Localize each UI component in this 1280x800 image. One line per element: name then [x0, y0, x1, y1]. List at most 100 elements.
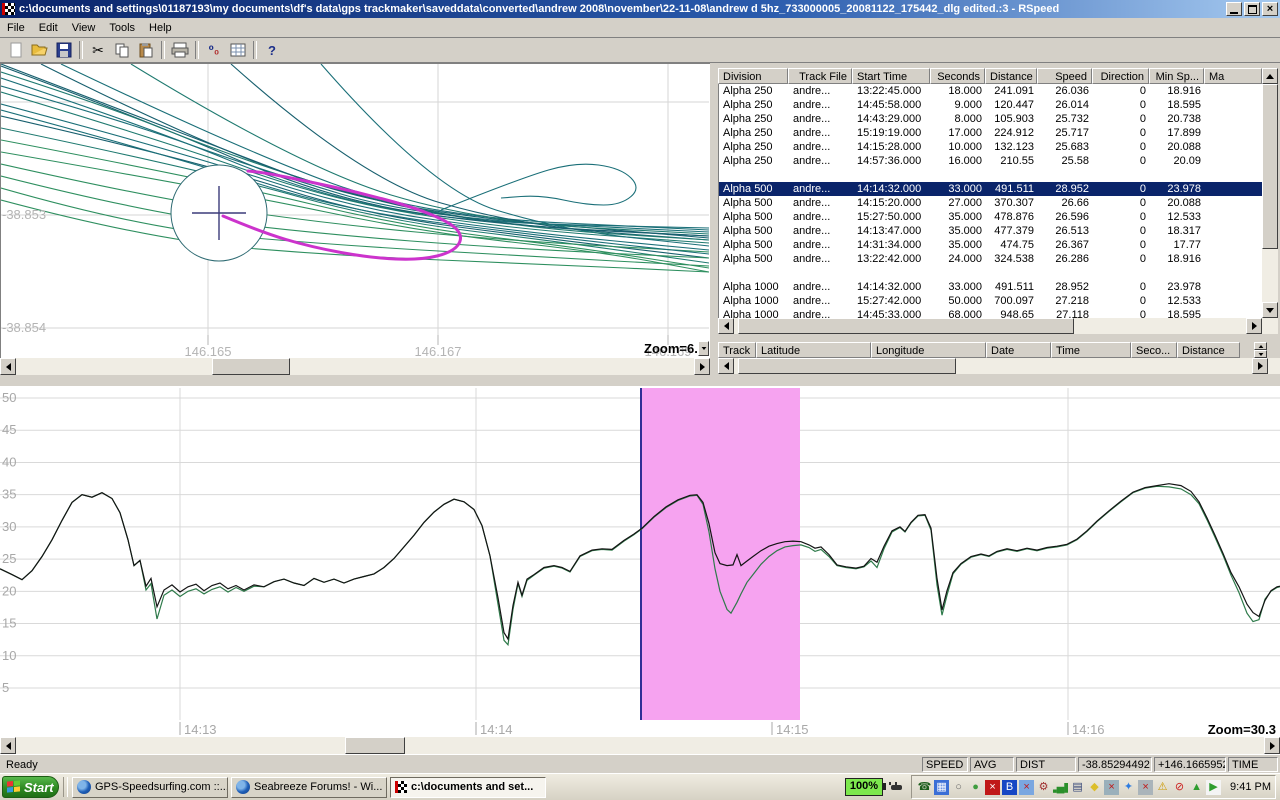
menu-tools[interactable]: Tools: [102, 20, 142, 36]
paste-icon[interactable]: [135, 40, 157, 60]
points-hscroll-thumb[interactable]: [738, 358, 956, 374]
table-row[interactable]: Alpha 250andre...14:45:58.0009.000120.44…: [719, 98, 1262, 112]
notes-icon[interactable]: ◆: [1087, 780, 1102, 795]
runs-column-direction[interactable]: Direction: [1092, 68, 1149, 84]
decimal-digits-icon[interactable]: ⁰₀: [203, 40, 225, 60]
minimize-button[interactable]: [1226, 2, 1242, 16]
vertical-splitter[interactable]: [710, 63, 718, 375]
chart-scroll-thumb[interactable]: [345, 737, 405, 754]
table-row[interactable]: Alpha 500andre...14:14:32.00033.000491.5…: [719, 182, 1262, 196]
track-map[interactable]: -38.853-38.854146.165146.167146.169: [1, 64, 709, 357]
table-row[interactable]: Alpha 500andre...14:31:34.00035.000474.7…: [719, 238, 1262, 252]
antivirus-error-icon[interactable]: ×: [985, 780, 1000, 795]
runs-hscrollbar[interactable]: [718, 318, 1278, 334]
runs-column-seconds[interactable]: Seconds: [930, 68, 985, 84]
points-hscrollbar[interactable]: [718, 358, 1280, 374]
taskbar-clock[interactable]: 9:41 PM: [1230, 781, 1271, 793]
open-file-icon[interactable]: [29, 40, 51, 60]
runs-column-ma[interactable]: Ma: [1204, 68, 1262, 84]
display-settings-icon[interactable]: ▦: [934, 780, 949, 795]
chart-scroll-left-button[interactable]: [0, 737, 16, 754]
chart-scroll-right-button[interactable]: [1264, 737, 1280, 754]
task-button[interactable]: Seabreeze Forums! - Wi...: [231, 777, 387, 798]
messenger-icon[interactable]: ●: [968, 780, 983, 795]
cut-icon[interactable]: ✂: [87, 40, 109, 60]
runs-column-distance[interactable]: Distance: [985, 68, 1037, 84]
chart-hscrollbar[interactable]: [0, 737, 1280, 754]
phone-tool-icon[interactable]: ☎: [917, 780, 932, 795]
runs-column-track-file[interactable]: Track File: [788, 68, 852, 84]
table-row[interactable]: Alpha 500andre...13:22:42.00024.000324.5…: [719, 252, 1262, 266]
power-plug-icon[interactable]: [889, 780, 905, 794]
map-scroll-right-button[interactable]: [694, 358, 710, 375]
runs-column-speed[interactable]: Speed: [1037, 68, 1092, 84]
points-column-latitude[interactable]: Latitude: [756, 342, 871, 358]
points-scroll-left-button[interactable]: [718, 358, 734, 374]
runs-scroll-down-button[interactable]: [1262, 302, 1278, 318]
map-scroll-left-button[interactable]: [0, 358, 16, 375]
runs-hscroll-thumb[interactable]: [738, 318, 1074, 334]
task-button[interactable]: GPS-Speedsurfing.com ::...: [72, 777, 228, 798]
map-zoom-dropdown[interactable]: [698, 341, 709, 356]
points-column-track[interactable]: Track: [718, 342, 756, 358]
runs-vscrollbar[interactable]: [1262, 68, 1278, 318]
new-document-icon[interactable]: [5, 40, 27, 60]
table-row[interactable]: Alpha 1000andre...14:45:33.00068.000948.…: [719, 308, 1262, 318]
restore-button[interactable]: [1244, 2, 1260, 16]
runs-column-min-sp-[interactable]: Min Sp...: [1149, 68, 1204, 84]
title-bar[interactable]: c:\documents and settings\01187193\my do…: [0, 0, 1280, 18]
battery-meter[interactable]: 100%: [845, 778, 883, 796]
network-computer-icon[interactable]: ▤: [1070, 780, 1085, 795]
blocked-service-icon[interactable]: ⊘: [1172, 780, 1187, 795]
wireless-icon[interactable]: ✦: [1121, 780, 1136, 795]
points-column-date[interactable]: Date: [986, 342, 1051, 358]
table-row[interactable]: Alpha 500andre...14:13:47.00035.000477.3…: [719, 224, 1262, 238]
table-row[interactable]: Alpha 250andre...13:22:45.00018.000241.0…: [719, 84, 1262, 98]
menu-file[interactable]: File: [0, 20, 32, 36]
lan-disconnected-icon[interactable]: ×: [1138, 780, 1153, 795]
points-column-longitude[interactable]: Longitude: [871, 342, 986, 358]
services-error-icon[interactable]: ⚙: [1036, 780, 1051, 795]
map-scroll-thumb[interactable]: [212, 358, 290, 375]
start-button[interactable]: Start: [2, 776, 59, 798]
points-spin-up[interactable]: [1254, 342, 1267, 350]
signal-strength-icon[interactable]: ▂▄▆: [1053, 780, 1068, 795]
menu-view[interactable]: View: [65, 20, 103, 36]
table-row[interactable]: Alpha 250andre...14:15:28.00010.000132.1…: [719, 140, 1262, 154]
table-grid-icon[interactable]: [227, 40, 249, 60]
users-error-icon[interactable]: ×: [1019, 780, 1034, 795]
print-icon[interactable]: [169, 40, 191, 60]
table-row[interactable]: Alpha 250andre...14:57:36.00016.000210.5…: [719, 154, 1262, 168]
points-scroll-right-button[interactable]: [1252, 358, 1268, 374]
search-tool-icon[interactable]: ○: [951, 780, 966, 795]
table-row[interactable]: Alpha 500andre...15:27:50.00035.000478.8…: [719, 210, 1262, 224]
help-icon[interactable]: ?: [261, 40, 283, 60]
table-row[interactable]: Alpha 250andre...14:43:29.0008.000105.90…: [719, 112, 1262, 126]
table-row[interactable]: Alpha 500andre...14:15:20.00027.000370.3…: [719, 196, 1262, 210]
close-button[interactable]: ×: [1262, 2, 1278, 16]
bluetooth-icon[interactable]: B: [1002, 780, 1017, 795]
runs-scroll-left-button[interactable]: [718, 318, 734, 334]
points-spin-down[interactable]: [1254, 350, 1267, 358]
task-button[interactable]: c:\documents and set...: [390, 777, 546, 798]
save-icon[interactable]: [53, 40, 75, 60]
speed-chart[interactable]: 504540353025201510514:1314:1414:1514:16Z…: [0, 386, 1280, 737]
menu-edit[interactable]: Edit: [32, 20, 65, 36]
security-warning-icon[interactable]: ⚠: [1155, 780, 1170, 795]
map-hscrollbar[interactable]: [0, 358, 710, 375]
runs-column-start-time[interactable]: Start Time: [852, 68, 930, 84]
points-column-distance[interactable]: Distance: [1177, 342, 1240, 358]
points-column-seco-[interactable]: Seco...: [1131, 342, 1177, 358]
runs-vscroll-thumb[interactable]: [1262, 84, 1278, 249]
menu-help[interactable]: Help: [142, 20, 179, 36]
updates-icon[interactable]: ▲: [1189, 780, 1204, 795]
network-disconnected-icon[interactable]: ×: [1104, 780, 1119, 795]
runs-scroll-up-button[interactable]: [1262, 68, 1278, 84]
table-row[interactable]: Alpha 250andre...15:19:19.00017.000224.9…: [719, 126, 1262, 140]
runs-scroll-right-button[interactable]: [1246, 318, 1262, 334]
tray-document-icon[interactable]: ▶: [1206, 780, 1221, 795]
runs-column-division[interactable]: Division: [718, 68, 788, 84]
copy-icon[interactable]: [111, 40, 133, 60]
table-row[interactable]: Alpha 1000andre...14:14:32.00033.000491.…: [719, 280, 1262, 294]
table-row[interactable]: Alpha 1000andre...15:27:42.00050.000700.…: [719, 294, 1262, 308]
